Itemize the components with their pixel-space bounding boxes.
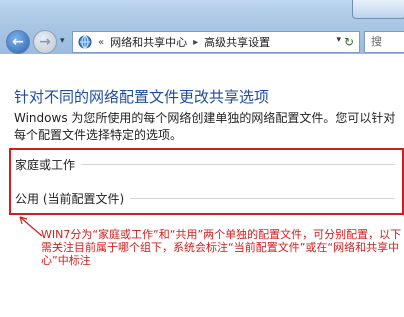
profiles-highlight-box: 家庭或工作 公用 (当前配置文件) <box>9 148 404 215</box>
history-dropdown-icon[interactable]: ▾ <box>60 36 65 46</box>
profile-label: 家庭或工作 <box>15 158 76 172</box>
refresh-icon[interactable]: ↻ <box>341 34 357 50</box>
network-icon <box>77 34 93 50</box>
profile-public[interactable]: 公用 (当前配置文件) <box>15 190 395 207</box>
back-arrow-icon: ← <box>12 34 24 50</box>
page-description: Windows 为您所使用的每个网络创建单独的网络配置文件。您可以针对每个配置文… <box>14 111 396 142</box>
search-input[interactable]: 搜 <box>364 31 404 53</box>
profile-home-work[interactable]: 家庭或工作 <box>15 156 395 173</box>
profile-label: 公用 (当前配置文件) <box>15 192 125 206</box>
window-controls[interactable] <box>352 0 404 19</box>
forward-arrow-icon: → <box>39 34 51 50</box>
back-button[interactable]: ← <box>6 30 30 54</box>
title-bar: ← → ▾ « 网络和共享中心 ▸ 高级共享设置 ▾ ↻ 搜 <box>0 0 404 54</box>
breadcrumb-network-center[interactable]: 网络和共享中心 <box>106 34 191 50</box>
divider <box>130 198 395 199</box>
address-bar[interactable]: « 网络和共享中心 ▸ 高级共享设置 ▾ ↻ <box>72 31 360 53</box>
divider <box>81 164 395 165</box>
breadcrumb-overflow[interactable]: « <box>96 37 106 48</box>
breadcrumb-separator-icon[interactable]: ▸ <box>191 37 200 48</box>
forward-button[interactable]: → <box>33 30 57 54</box>
page-title: 针对不同的网络配置文件更改共享选项 <box>14 88 270 106</box>
annotation-note: WIN7分为“家庭或工作”和“共用”两个单独的配置文件，可分别配置，以下需关注目… <box>41 228 402 267</box>
breadcrumb-advanced-sharing[interactable]: 高级共享设置 <box>200 34 274 50</box>
